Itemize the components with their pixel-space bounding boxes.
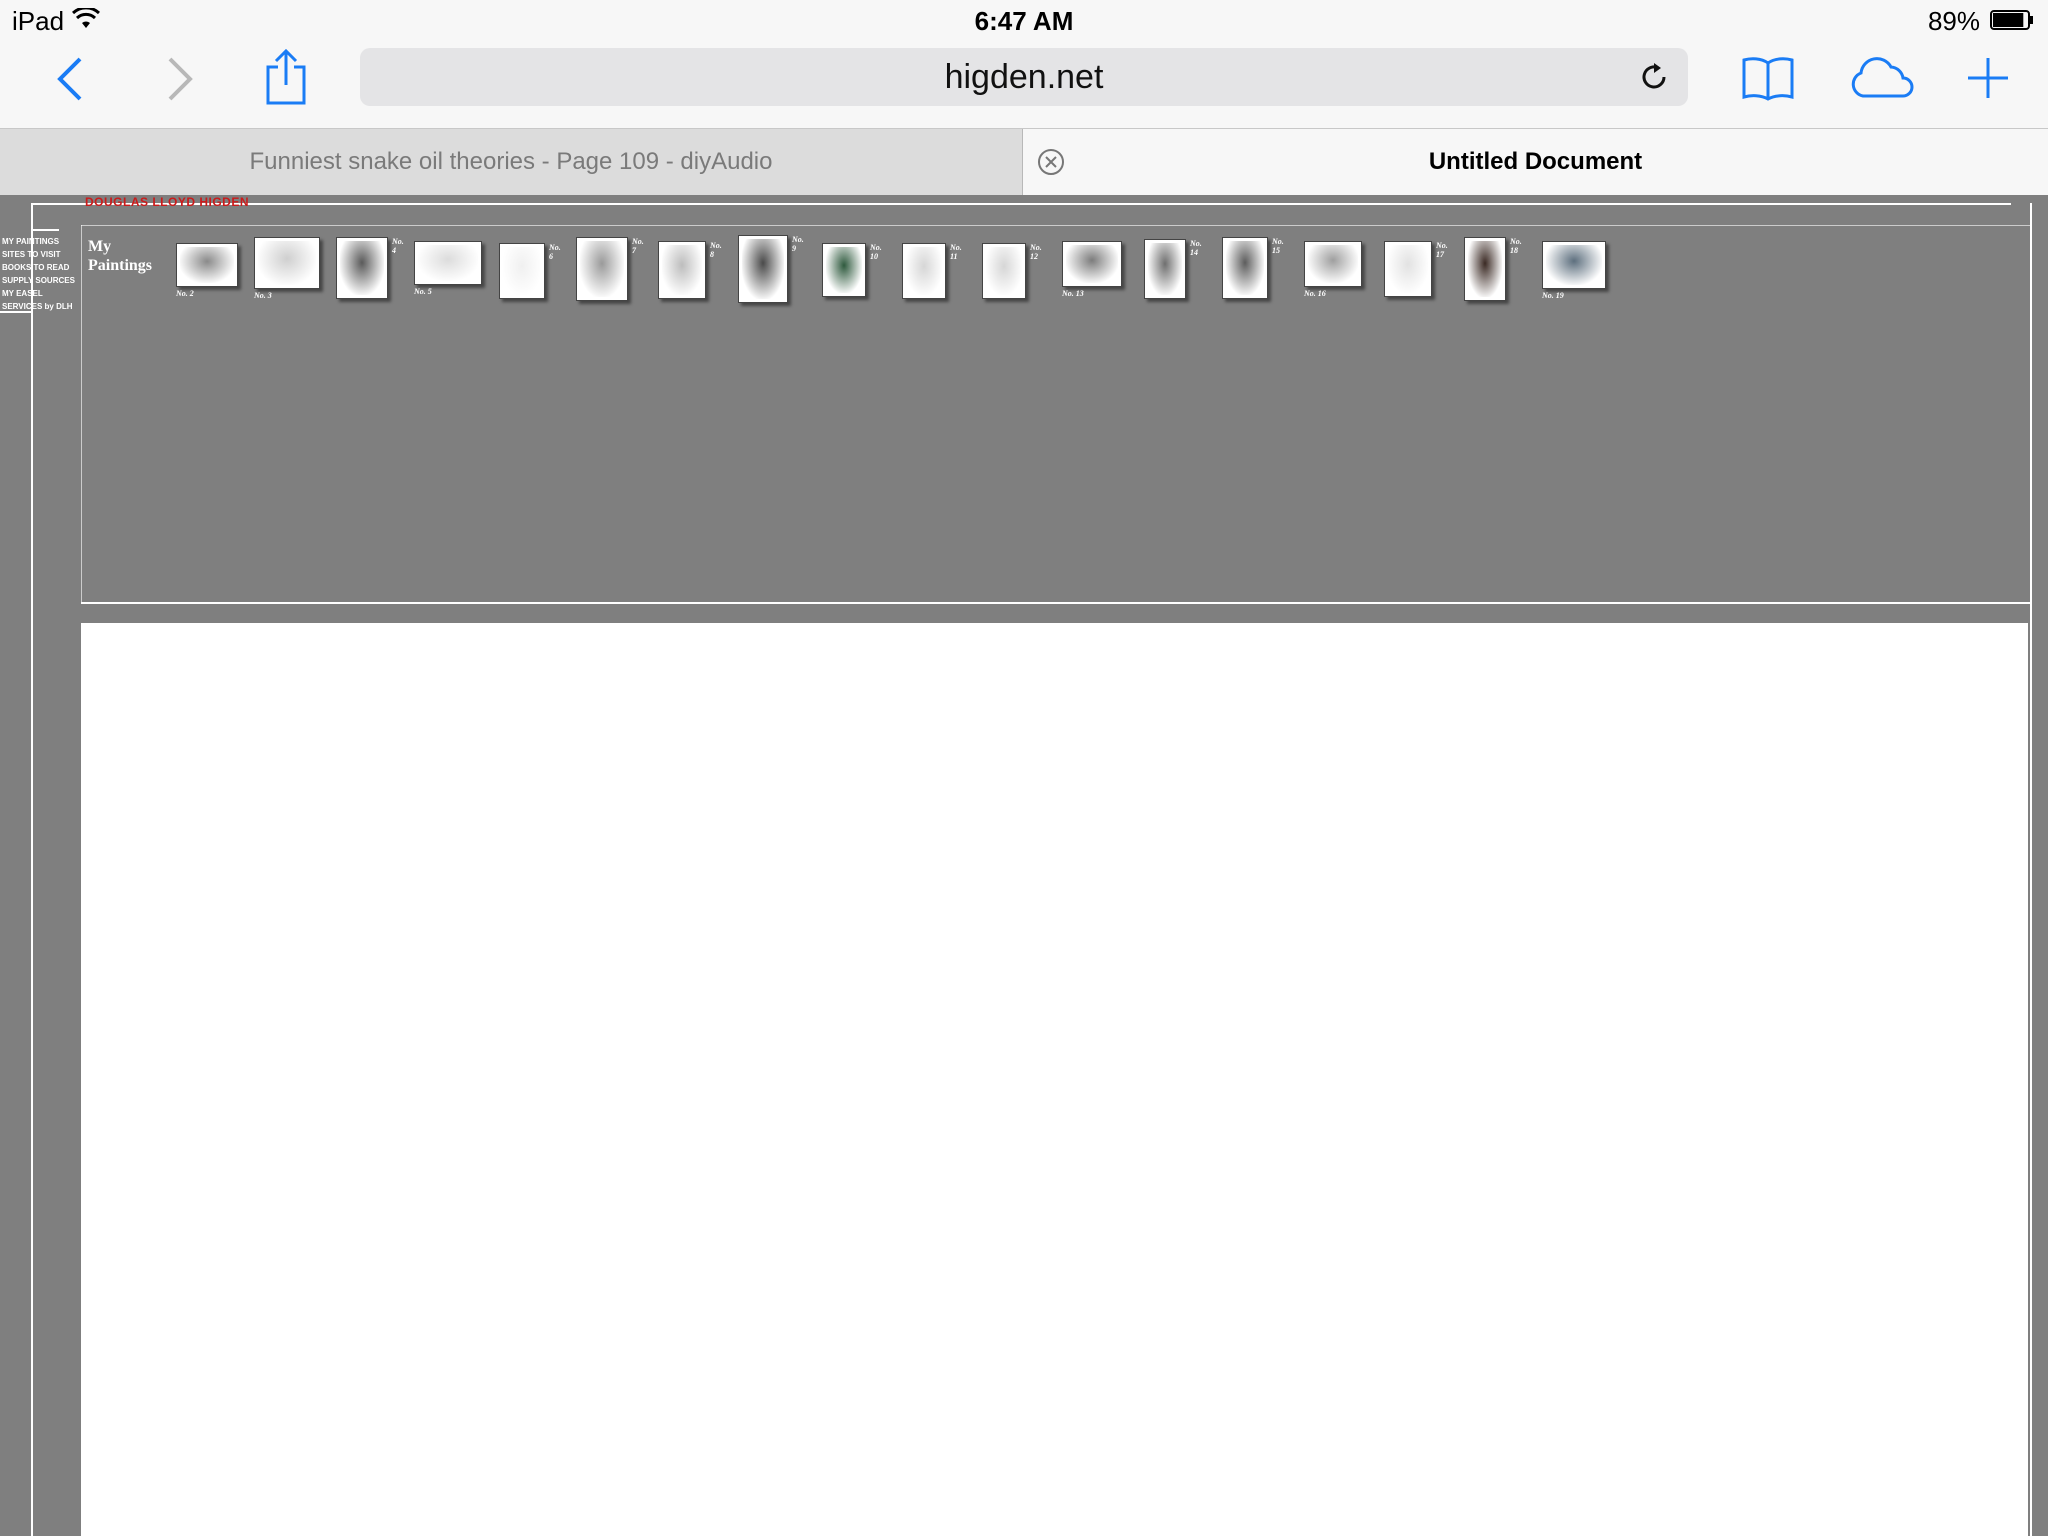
painting-thumbnail[interactable] [1062, 241, 1122, 287]
painting-image [1066, 245, 1118, 283]
nav-services[interactable]: SERVICES by DLH [2, 300, 80, 313]
painting-image [503, 247, 541, 295]
frame-left-line [31, 203, 33, 1536]
painting-thumbnail[interactable] [336, 237, 388, 299]
painting-thumbnail[interactable] [254, 237, 320, 289]
back-button[interactable] [50, 54, 90, 104]
painting-thumbnail[interactable] [1304, 241, 1362, 287]
painting-label: No. 12 [1030, 243, 1042, 261]
painting-image [580, 241, 624, 297]
tab-title: Funniest snake oil theories - Page 109 -… [249, 148, 773, 175]
browser-toolbar: higden.net [0, 40, 2048, 128]
close-tab-icon[interactable] [1037, 148, 1065, 176]
battery-icon [1990, 10, 2033, 30]
chevron-right-icon [168, 57, 193, 101]
book-icon [1742, 57, 1794, 101]
share-button[interactable] [262, 48, 310, 106]
painting-label: No. 19 [1542, 291, 1564, 300]
painting-label: No. 18 [1510, 237, 1522, 255]
forward-button[interactable] [160, 54, 200, 104]
status-time: 6:47 AM [974, 6, 1074, 36]
new-tab-button[interactable] [1964, 52, 2012, 104]
painting-image [418, 245, 478, 281]
painting-thumbnail[interactable] [658, 241, 706, 299]
status-bar: iPad 6:47 AM 89% [0, 0, 2048, 40]
painting-thumbnail[interactable] [414, 241, 482, 285]
painting-image [1388, 245, 1428, 293]
gallery-heading: My Paintings [88, 238, 153, 274]
painting-label: No. 15 [1272, 237, 1284, 255]
content-area [81, 623, 2028, 1536]
tab-bar: Funniest snake oil theories - Page 109 -… [0, 128, 2048, 196]
tab-title: Untitled Document [1428, 148, 1643, 175]
painting-thumbnail[interactable] [576, 237, 628, 301]
painting-thumbnail[interactable] [499, 243, 545, 299]
plus-icon [1968, 58, 2008, 98]
painting-label: No. 4 [392, 237, 404, 255]
chevron-left-icon [57, 57, 82, 101]
reload-icon[interactable] [1638, 61, 1670, 93]
nav-my-paintings[interactable]: MY PAINTINGS [2, 235, 80, 248]
painting-thumbnail[interactable] [822, 243, 866, 297]
painting-thumbnail[interactable] [1384, 241, 1432, 297]
nav-my-easel[interactable]: MY EASEL [2, 287, 80, 300]
web-page: DOUGLAS LLOYD HIGDEN MY PAINTINGS SITES … [0, 195, 2048, 1536]
painting-image [986, 247, 1022, 295]
painting-label: No. 6 [549, 243, 561, 261]
painting-image [180, 247, 234, 283]
painting-label: No. 5 [414, 287, 432, 296]
gallery-left-border [81, 225, 82, 603]
painting-thumbnail[interactable] [738, 235, 788, 303]
painting-label: No. 9 [792, 235, 804, 253]
painting-thumbnail[interactable] [1222, 237, 1268, 299]
painting-image [1226, 241, 1264, 295]
bookmarks-button[interactable] [1740, 52, 1796, 104]
nav-supply-sources[interactable]: SUPPLY SOURCES [2, 274, 80, 287]
painting-label: No. 17 [1436, 241, 1448, 259]
frame-right-line [2030, 203, 2032, 1536]
painting-image [1148, 243, 1182, 295]
url-text: higden.net [944, 57, 1104, 96]
painting-image [1546, 245, 1602, 285]
painting-image [662, 245, 702, 295]
address-bar[interactable]: higden.net [360, 48, 1688, 106]
painting-label: No. 10 [870, 243, 882, 261]
nav-sites-to-visit[interactable]: SITES TO VISIT [2, 248, 80, 261]
side-navigation: MY PAINTINGS SITES TO VISIT BOOKS TO REA… [2, 235, 80, 313]
painting-thumbnail[interactable] [902, 243, 946, 299]
battery-percentage: 89% [1927, 6, 1980, 36]
painting-image [906, 247, 942, 295]
tab-untitled-document[interactable]: Untitled Document [1023, 129, 2048, 195]
painting-thumbnail[interactable] [1144, 239, 1186, 299]
gallery-bottom-border [81, 602, 2031, 604]
painting-image [1308, 245, 1358, 283]
painting-label: No. 11 [950, 243, 962, 261]
nav-top-bracket [31, 229, 59, 231]
site-title[interactable]: DOUGLAS LLOYD HIGDEN [85, 195, 249, 209]
nav-books-to-read[interactable]: BOOKS TO READ [2, 261, 80, 274]
frame-top-line [31, 203, 2011, 205]
painting-label: No. 2 [176, 289, 194, 298]
painting-label: No. 3 [254, 291, 272, 300]
header-divider [81, 225, 2031, 226]
icloud-tabs-button[interactable] [1846, 52, 1918, 104]
painting-thumbnail[interactable] [982, 243, 1026, 299]
painting-label: No. 8 [710, 241, 722, 259]
painting-label: No. 14 [1190, 239, 1202, 257]
painting-image [258, 241, 316, 285]
painting-thumbnail[interactable] [1542, 241, 1606, 289]
painting-image [340, 241, 384, 295]
share-icon [266, 49, 306, 105]
painting-image [826, 247, 862, 293]
painting-label: No. 13 [1062, 289, 1084, 298]
painting-label: No. 7 [632, 237, 644, 255]
painting-label: No. 16 [1304, 289, 1326, 298]
painting-thumbnail[interactable] [176, 243, 238, 287]
tab-diyaudio[interactable]: Funniest snake oil theories - Page 109 -… [0, 129, 1023, 195]
painting-thumbnail[interactable] [1464, 237, 1506, 301]
cloud-icon [1851, 57, 1914, 98]
painting-image [1468, 241, 1502, 297]
painting-image [742, 239, 784, 299]
